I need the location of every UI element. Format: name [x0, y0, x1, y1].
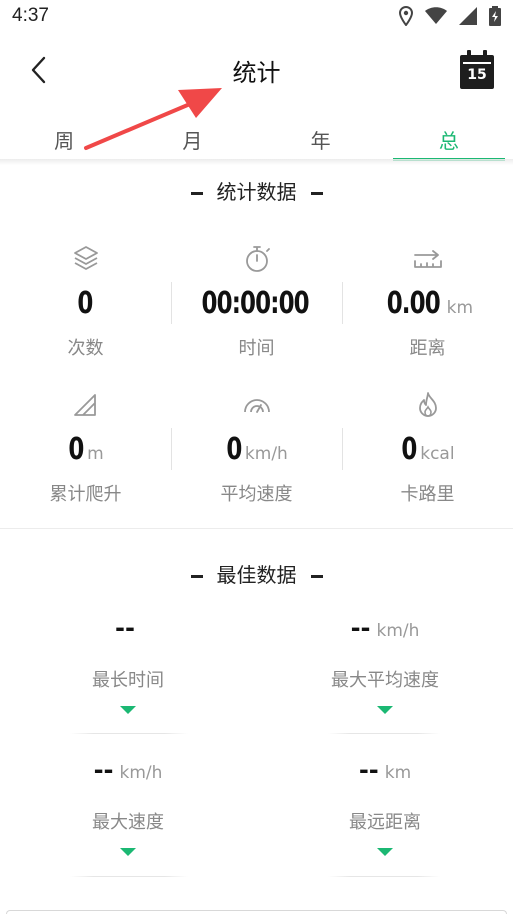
calendar-day: 15: [467, 67, 487, 83]
layers-icon: [73, 246, 98, 270]
speedometer-icon: [243, 399, 270, 413]
stat-distance-label: 距离: [409, 338, 446, 359]
best-max-avg-speed[interactable]: -- km/h 最大平均速度: [275, 614, 495, 722]
chevron-down-icon: [120, 706, 136, 714]
stat-calories-label: 卡路里: [400, 484, 455, 505]
tab-month[interactable]: 月: [128, 115, 256, 161]
best-farthest-distance-value: --: [358, 756, 379, 784]
stat-avg-speed-label: 平均速度: [220, 484, 293, 505]
best-max-avg-speed-label: 最大平均速度: [331, 670, 439, 691]
status-bar: 4:37: [0, 0, 513, 34]
stat-distance-unit: km: [446, 298, 473, 318]
divider: [70, 733, 188, 734]
stat-climb-unit: m: [87, 444, 104, 464]
stat-count-label: 次数: [67, 338, 104, 359]
stat-time: 00:00:00 时间: [171, 244, 342, 360]
best-max-speed-value: --: [93, 756, 114, 784]
stat-calories-value: 0: [401, 432, 418, 467]
stat-calories-unit: kcal: [420, 444, 455, 464]
page-title: 统计: [232, 59, 281, 87]
stat-climb: 0m 累计爬升: [0, 390, 171, 506]
divider: [171, 282, 172, 324]
stat-count: 0 次数: [0, 244, 171, 360]
best-longest-time-label: 最长时间: [92, 670, 164, 691]
best-max-speed-label: 最大速度: [92, 812, 164, 833]
tabs-shadow: [0, 159, 513, 165]
climb-icon: [73, 394, 96, 416]
stat-time-label: 时间: [238, 338, 275, 359]
stat-distance-value: 0.00: [386, 286, 441, 321]
best-section-title: 最佳数据: [0, 559, 513, 588]
calendar-button[interactable]: 15: [459, 50, 495, 90]
stat-climb-label: 累计爬升: [49, 484, 122, 505]
tab-week[interactable]: 周: [0, 115, 128, 161]
status-time: 4:37: [12, 5, 49, 26]
stats-title-text: 统计数据: [216, 180, 297, 204]
best-farthest-distance-label: 最远距离: [349, 812, 421, 833]
tab-year[interactable]: 年: [257, 115, 385, 161]
battery-icon: [489, 6, 501, 26]
distance-ruler-icon: [413, 250, 442, 268]
divider: [342, 282, 343, 324]
stat-climb-value: 0: [68, 432, 85, 467]
stat-avg-speed-unit: km/h: [244, 444, 288, 464]
chevron-down-icon: [377, 706, 393, 714]
best-max-speed-unit: km/h: [119, 763, 163, 783]
best-farthest-distance[interactable]: -- km 最远距离: [275, 756, 495, 864]
stat-count-value: 0: [76, 286, 93, 321]
wifi-icon: [425, 7, 447, 24]
best-title-text: 最佳数据: [216, 563, 297, 587]
period-tabs: 周 月 年 总: [0, 115, 513, 161]
chevron-down-icon: [377, 848, 393, 856]
stat-avg-speed-value: 0: [226, 432, 242, 467]
best-longest-time-value: --: [115, 614, 135, 642]
stats-section-title: 统计数据: [0, 176, 513, 205]
flame-icon: [418, 392, 437, 417]
best-max-avg-speed-value: --: [350, 614, 371, 642]
divider: [342, 428, 343, 470]
divider: [328, 876, 440, 877]
stat-avg-speed: 0 km/h 平均速度: [171, 390, 342, 506]
divider: [171, 428, 172, 470]
cell-signal-icon: [459, 7, 477, 25]
tab-total[interactable]: 总: [385, 115, 513, 161]
stopwatch-icon: [245, 246, 270, 272]
divider: [70, 876, 188, 877]
best-farthest-distance-unit: km: [384, 763, 412, 783]
stat-calories: 0 kcal 卡路里: [342, 390, 513, 506]
stat-distance: 0.00 km 距离: [342, 244, 513, 360]
chevron-down-icon: [120, 848, 136, 856]
status-icons: [399, 6, 501, 26]
stat-time-value: 00:00:00: [201, 286, 310, 321]
location-icon: [399, 6, 413, 26]
divider: [328, 733, 440, 734]
section-divider: [0, 528, 513, 529]
best-max-speed[interactable]: -- km/h 最大速度: [18, 756, 238, 864]
bottom-edge: [6, 910, 507, 914]
best-max-avg-speed-unit: km/h: [376, 621, 420, 641]
best-longest-time[interactable]: -- 最长时间: [18, 614, 238, 722]
header: 统计 15: [0, 34, 513, 108]
